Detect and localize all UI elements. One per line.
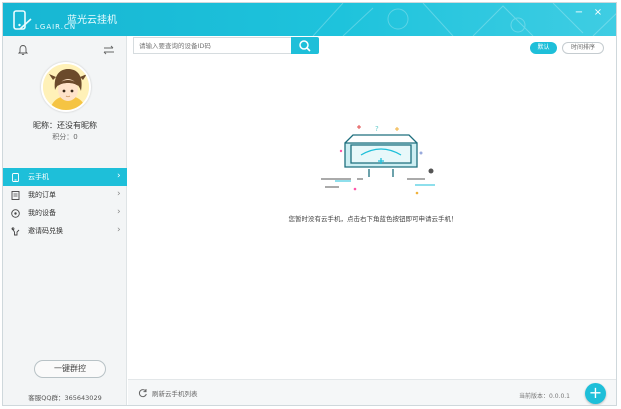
- chevron-right-icon: ›: [117, 207, 121, 217]
- version-text: 当前版本：0.0.0.1: [519, 393, 570, 400]
- support-qq-group: 客服QQ群：365643029: [28, 394, 102, 402]
- logo-mark-icon: [13, 10, 32, 30]
- bulk-control-button[interactable]: 一键群控: [34, 360, 106, 378]
- empty-box-illustration: ?: [321, 125, 435, 195]
- footer-bar: 刷新云手机列表 当前版本：0.0.0.1 +: [128, 379, 616, 405]
- logo-english-text: LGAIR.CN: [35, 23, 77, 31]
- close-button[interactable]: ×: [592, 7, 604, 19]
- chevron-right-icon: ›: [117, 171, 121, 181]
- title-bar: 蓝光云挂机 LGAIR.CN − ×: [3, 3, 616, 36]
- sidebar-item-invite-code[interactable]: 邀请码兑换 ›: [3, 222, 127, 240]
- device-icon: [11, 208, 20, 218]
- order-icon: [11, 190, 20, 200]
- search-icon: [299, 40, 311, 52]
- refresh-label: 刷新云手机列表: [152, 390, 198, 398]
- avatar-illustration: [43, 64, 89, 110]
- sidebar-menu: 云手机 › 我的订单 › 我的设备 › 邀请码兑换 ›: [3, 168, 127, 240]
- avatar[interactable]: [41, 62, 91, 112]
- switch-account-icon[interactable]: [103, 44, 115, 56]
- refresh-list-button[interactable]: 刷新云手机列表: [138, 388, 198, 398]
- svg-text:?: ?: [375, 125, 379, 133]
- sort-default-button[interactable]: 默认: [530, 42, 557, 54]
- sidebar-item-my-orders[interactable]: 我的订单 ›: [3, 186, 127, 204]
- add-cloud-phone-button[interactable]: +: [585, 383, 606, 404]
- sidebar-item-cloud-phone[interactable]: 云手机 ›: [3, 168, 127, 186]
- search-input[interactable]: [133, 37, 291, 54]
- sort-by-time-button[interactable]: 时间排序: [562, 42, 604, 54]
- app-window: 蓝光云挂机 LGAIR.CN − × 昵称：还没有昵称 积分：0 云手机 › 我…: [2, 2, 617, 406]
- chevron-right-icon: ›: [117, 189, 121, 199]
- refresh-icon: [138, 389, 147, 398]
- minimize-button[interactable]: −: [573, 7, 585, 19]
- points: 积分：0: [52, 133, 78, 141]
- empty-state-message: 您暂时没有云手机，点击右下角蓝色按钮即可申请云手机！: [288, 215, 458, 223]
- chevron-right-icon: ›: [117, 225, 121, 235]
- nickname: 昵称：还没有昵称: [33, 121, 97, 130]
- sidebar-item-label: 云手机: [28, 173, 49, 181]
- sidebar-item-label: 邀请码兑换: [28, 227, 63, 235]
- sidebar-item-my-devices[interactable]: 我的设备 ›: [3, 204, 127, 222]
- sidebar-item-label: 我的设备: [28, 209, 56, 217]
- app-logo: 蓝光云挂机 LGAIR.CN: [11, 9, 141, 33]
- gift-icon: [11, 226, 20, 235]
- sidebar: 昵称：还没有昵称 积分：0 云手机 › 我的订单 › 我的设备 › 邀请码兑换 …: [3, 36, 127, 405]
- phone-icon: [12, 172, 19, 182]
- search-bar: [133, 37, 319, 54]
- titlebar-decoration: [312, 3, 616, 36]
- bell-icon[interactable]: [17, 44, 29, 56]
- search-button[interactable]: [291, 37, 319, 54]
- sidebar-item-label: 我的订单: [28, 191, 56, 199]
